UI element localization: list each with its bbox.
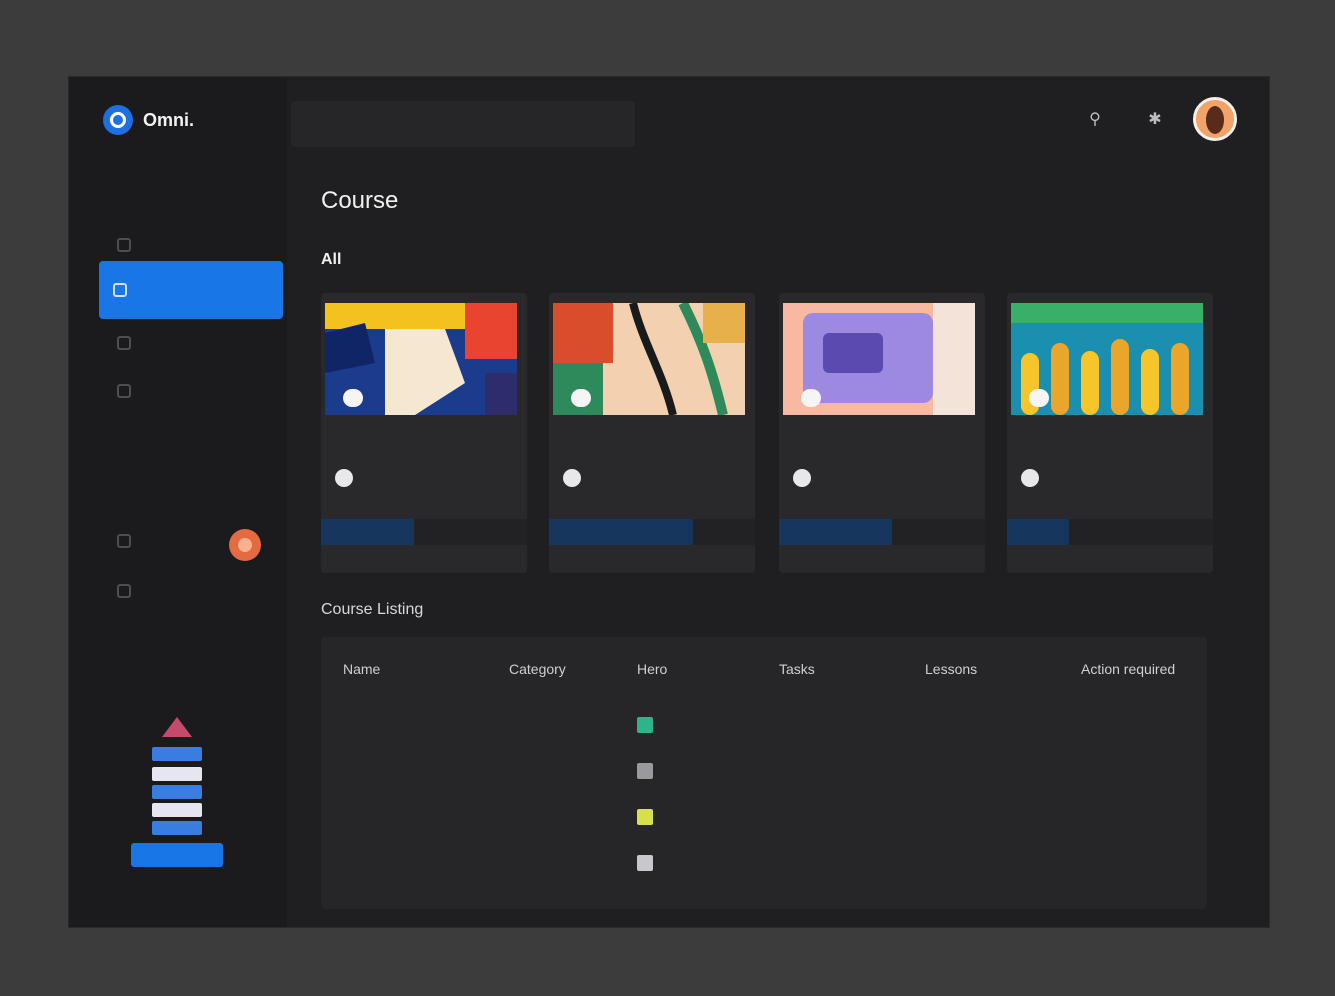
table-row[interactable] [321,707,1207,753]
progress-fill [549,519,694,545]
sidebar: Omni. [69,77,287,927]
course-card[interactable] [321,293,527,573]
promo-card [129,717,225,867]
course-card[interactable] [549,293,755,573]
course-tag [1029,389,1049,407]
course-author [563,469,589,487]
progress-fill [321,519,414,545]
course-progress [549,519,755,545]
sidebar-item-5[interactable] [103,423,279,459]
course-tag [801,389,821,407]
page-title: Course [321,187,399,214]
sidebar-item-1[interactable] [103,227,279,263]
settings-icon [117,584,131,598]
course-color-icon [637,855,653,871]
sidebar-item-3[interactable] [103,325,279,361]
course-tag [571,389,591,407]
author-avatar [563,469,581,487]
notification-icon[interactable]: ✱ [1141,105,1169,133]
course-tag [343,389,363,407]
author-avatar [335,469,353,487]
sidebar-item-7[interactable] [103,573,279,609]
course-listing-table: Name Category Hero Tasks Lessons Action … [321,637,1207,909]
course-tabs: All [321,251,401,269]
course-card[interactable] [1007,293,1213,573]
author-avatar [1021,469,1039,487]
table-row[interactable] [321,753,1207,799]
column-header[interactable]: Hero [637,661,667,677]
search-input[interactable] [291,101,635,147]
search-icon[interactable]: ⚲ [1081,105,1109,133]
omni-logo-icon [103,105,133,135]
promo-button[interactable] [131,843,223,867]
column-header[interactable]: Name [343,661,380,677]
course-author [1021,469,1047,487]
sidebar-item-course[interactable] [99,261,283,319]
chart-icon [117,384,131,398]
app-window: Omni. ⚲ ✱ Course All Course Listing Name… [68,76,1270,928]
table-row[interactable] [321,799,1207,845]
column-header[interactable]: Tasks [779,661,815,677]
message-icon [117,534,131,548]
course-color-icon [637,809,653,825]
course-progress [779,519,985,545]
progress-fill [1007,519,1069,545]
column-header[interactable]: Action required [1081,661,1175,677]
logo[interactable]: Omni. [103,105,194,135]
author-avatar [793,469,811,487]
column-header[interactable]: Category [509,661,566,677]
course-color-icon [637,763,653,779]
course-author [335,469,361,487]
course-progress [321,519,527,545]
resources-icon [117,336,131,350]
dashboard-icon [117,238,131,252]
avatar[interactable] [1193,97,1237,141]
course-listing-title: Course Listing [321,601,424,618]
course-progress [1007,519,1213,545]
course-icon [113,283,127,297]
app-name: Omni. [143,109,195,130]
promo-illustration [142,717,212,837]
tab-all[interactable]: All [321,251,341,269]
course-author [793,469,819,487]
sidebar-item-4[interactable] [103,373,279,409]
course-card[interactable] [779,293,985,573]
column-header[interactable]: Lessons [925,661,977,677]
user-avatar-badge[interactable] [229,529,261,561]
table-row[interactable] [321,845,1207,891]
course-color-icon [637,717,653,733]
progress-fill [779,519,893,545]
